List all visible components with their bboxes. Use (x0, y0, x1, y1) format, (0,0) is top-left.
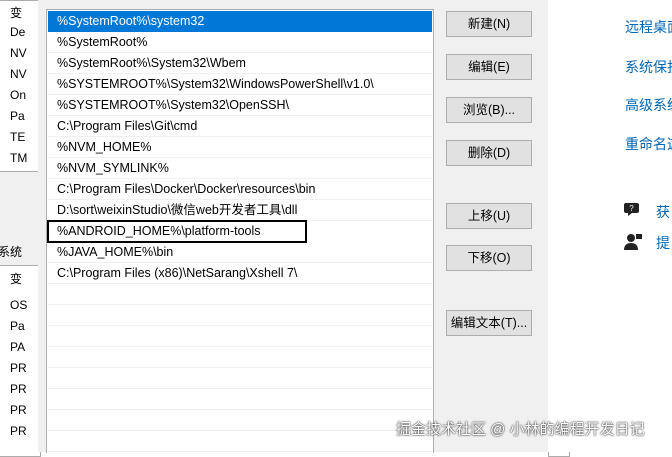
empty-row (48, 284, 432, 305)
system-var-row[interactable]: PR (10, 403, 27, 417)
user-var-row[interactable]: Pa (10, 109, 25, 123)
get-help-link[interactable]: 获 (656, 202, 670, 222)
empty-row (48, 410, 432, 431)
system-settings-panel: 远程桌面 系统保护 高级系统 重命名这 ? 获 提 (548, 0, 672, 452)
chat-help-icon: ? (624, 201, 642, 219)
path-entry-row[interactable]: %SystemRoot%\System32\Wbem (48, 53, 432, 74)
user-var-header: 变 (10, 6, 23, 20)
empty-row (48, 389, 432, 410)
path-entry-row[interactable]: %SYSTEMROOT%\System32\WindowsPowerShell\… (48, 74, 432, 95)
edit-text-button[interactable]: 编辑文本(T)... (446, 310, 532, 336)
path-entry-row[interactable]: C:\Program Files\Git\cmd (48, 116, 432, 137)
remote-desktop-link[interactable]: 远程桌面 (625, 17, 672, 37)
system-var-row[interactable]: PR (10, 382, 27, 396)
user-var-row[interactable]: On (10, 88, 26, 102)
new-button[interactable]: 新建(N) (446, 11, 532, 37)
svg-text:?: ? (629, 204, 634, 213)
user-var-row[interactable]: NV (10, 67, 27, 81)
path-entry-row[interactable]: %NVM_SYMLINK% (48, 158, 432, 179)
advanced-system-settings-link[interactable]: 高级系统 (625, 95, 672, 115)
path-entry-row[interactable]: D:\sort\weixinStudio\微信web开发者工具\dll (48, 200, 432, 221)
path-entry-row[interactable]: %NVM_HOME% (48, 137, 432, 158)
move-down-button[interactable]: 下移(O) (446, 245, 532, 271)
person-feedback-icon (624, 233, 642, 251)
path-entry-row[interactable]: %ANDROID_HOME%\platform-tools (47, 220, 307, 243)
rename-pc-link[interactable]: 重命名这 (625, 134, 672, 154)
path-entry-row[interactable]: %SystemRoot% (48, 32, 432, 53)
path-entry-row[interactable]: %SYSTEMROOT%\System32\OpenSSH\ (48, 95, 432, 116)
give-feedback-link[interactable]: 提 (656, 233, 670, 253)
system-var-row[interactable]: PA (10, 340, 25, 354)
empty-row (48, 305, 432, 326)
user-var-row[interactable]: TE (10, 130, 25, 144)
system-var-row[interactable]: Pa (10, 319, 25, 333)
path-entry-row[interactable]: %SystemRoot%\system32 (48, 11, 432, 32)
browse-button[interactable]: 浏览(B)... (446, 97, 532, 123)
path-entries-list[interactable]: %SystemRoot%\system32 %SystemRoot% %System… (46, 9, 434, 453)
user-var-row[interactable]: De (10, 25, 25, 39)
user-var-row[interactable]: NV (10, 46, 27, 60)
path-entry-row[interactable]: %JAVA_HOME%\bin (48, 242, 432, 263)
empty-row (48, 326, 432, 347)
watermark-text: 掘金技术社区 @ 小林的编程开发日记 (396, 421, 645, 438)
edit-environment-variable-dialog: %SystemRoot%\system32 %SystemRoot% %System… (38, 0, 548, 453)
system-var-row[interactable]: PR (10, 424, 27, 438)
system-variables-label: 系统 (0, 245, 23, 259)
system-var-header: 变 (10, 272, 23, 286)
system-var-row[interactable]: PR (10, 361, 27, 375)
user-var-row[interactable]: TM (10, 151, 27, 165)
empty-row (48, 347, 432, 368)
delete-button[interactable]: 删除(D) (446, 140, 532, 166)
user-variables-list[interactable]: 变 De NV NV On Pa TE TM (0, 0, 41, 172)
path-entry-row[interactable]: C:\Program Files\Docker\Docker\resources… (48, 179, 432, 200)
empty-row (48, 431, 432, 452)
system-var-row[interactable]: OS (10, 298, 27, 312)
system-protection-link[interactable]: 系统保护 (625, 57, 672, 77)
edit-button[interactable]: 编辑(E) (446, 54, 532, 80)
path-entry-row[interactable]: C:\Program Files (x86)\NetSarang\Xshell … (48, 263, 432, 284)
system-variables-list[interactable]: 变 OS Pa PA PR PR PR PR (0, 265, 41, 457)
empty-row (48, 368, 432, 389)
move-up-button[interactable]: 上移(U) (446, 203, 532, 229)
